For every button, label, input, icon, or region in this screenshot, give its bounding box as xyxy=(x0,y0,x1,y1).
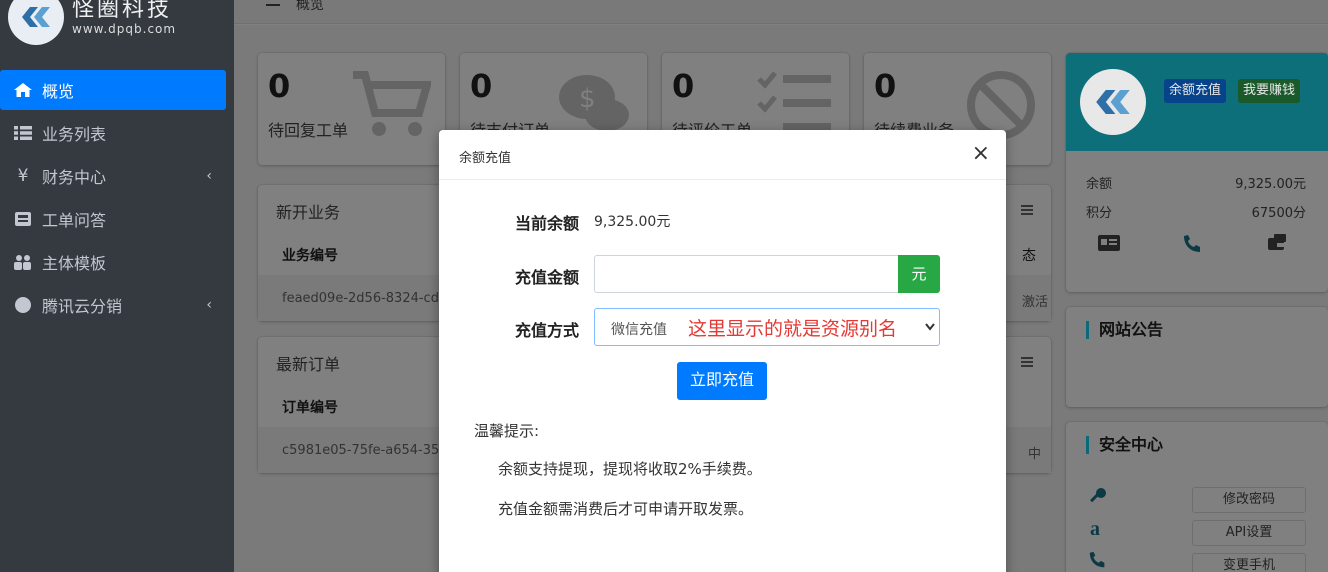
account-header: 余额充值 我要赚钱 xyxy=(1066,53,1328,151)
brand[interactable]: 怪圈科技 www.dpqb.com xyxy=(8,0,177,45)
change-phone-button[interactable]: 变更手机 xyxy=(1192,553,1306,572)
chevron-down-icon xyxy=(925,321,935,337)
sidebar-item-overview[interactable]: 概览 xyxy=(0,70,226,110)
stat-label: 待回复工单 xyxy=(268,121,349,140)
panel-title: 最新订单 xyxy=(276,355,341,374)
menu-toggle-icon[interactable] xyxy=(266,0,280,14)
recharge-modal: 余额充值 × 当前余额 9,325.00元 充值金额 元 充值方式 微信充值 这… xyxy=(439,130,1006,572)
column-header: 业务编号 xyxy=(282,248,338,264)
amount-input[interactable] xyxy=(594,255,899,293)
earn-money-button[interactable]: 我要赚钱 xyxy=(1238,79,1301,103)
notice-title: 网站公告 xyxy=(1086,321,1163,339)
tips-title: 温馨提示: xyxy=(474,422,540,440)
brand-name: 怪圈科技 xyxy=(72,0,173,22)
modal-header: 余额充值 × xyxy=(439,130,1006,180)
points-label: 积分 xyxy=(1086,206,1113,221)
svg-text:$: $ xyxy=(579,84,596,114)
current-balance-value: 9,325.00元 xyxy=(594,214,671,230)
sidebar-nav: 概览 业务列表 ¥ 财务中心 ‹ 工单问答 主体模板 腾讯云分销 ‹ xyxy=(0,70,234,328)
payment-method-select[interactable]: 微信充值 这里显示的就是资源别名 xyxy=(594,308,940,346)
inbox-icon xyxy=(12,210,34,228)
modal-title: 余额充值 xyxy=(459,151,512,166)
phone-icon xyxy=(1088,550,1108,572)
business-status: 激活 xyxy=(1022,295,1049,310)
key-icon xyxy=(1088,486,1108,510)
cart-icon xyxy=(351,69,433,145)
column-header: 态 xyxy=(1022,248,1036,264)
amount-label: 充值金额 xyxy=(515,268,580,287)
sidebar-item-label: 财务中心 xyxy=(42,168,107,187)
api-settings-button[interactable]: API设置 xyxy=(1192,520,1306,546)
recharge-submit-button[interactable]: 立即充值 xyxy=(677,362,767,400)
business-id[interactable]: feaed09e-2d56-8324-cd7 xyxy=(282,291,447,306)
brand-logo xyxy=(8,0,64,45)
stat-value: 0 xyxy=(268,67,291,105)
stat-value: 0 xyxy=(672,67,695,105)
sidebar-item-label: 工单问答 xyxy=(42,211,107,230)
order-id[interactable]: c5981e05-75fe-a654-3572 xyxy=(282,443,456,458)
security-card: 安全中心 a 修改密码 API设置 变更手机 xyxy=(1066,422,1328,572)
sidebar-item-label: 腾讯云分销 xyxy=(42,297,123,316)
security-title: 安全中心 xyxy=(1086,436,1163,454)
yen-icon: ¥ xyxy=(17,166,29,186)
current-balance-label: 当前余额 xyxy=(515,214,580,233)
order-status: 中 xyxy=(1028,447,1042,462)
panel-title: 新开业务 xyxy=(276,203,341,222)
sidebar-item-label: 业务列表 xyxy=(42,125,107,144)
id-card-icon[interactable] xyxy=(1098,235,1120,255)
points-value: 67500分 xyxy=(1251,206,1306,221)
wallet-icon[interactable] xyxy=(1266,234,1288,258)
menu-icon[interactable] xyxy=(1021,355,1033,371)
stat-value: 0 xyxy=(874,67,897,105)
amazon-icon: a xyxy=(1090,518,1100,540)
breadcrumb[interactable]: 概览 xyxy=(296,0,324,14)
sidebar-item-label: 概览 xyxy=(42,82,75,101)
circle-icon xyxy=(12,296,34,314)
stat-card-pending-tickets[interactable]: 0 待回复工单 xyxy=(258,53,445,165)
change-password-button[interactable]: 修改密码 xyxy=(1192,487,1306,513)
sidebar-item-templates[interactable]: 主体模板 xyxy=(0,242,226,282)
sidebar-item-business-list[interactable]: 业务列表 xyxy=(0,113,226,153)
method-annotation: 这里显示的就是资源别名 xyxy=(688,318,898,340)
recharge-button[interactable]: 余额充值 xyxy=(1164,79,1227,103)
chevron-left-icon: ‹ xyxy=(206,297,212,313)
avatar[interactable] xyxy=(1080,69,1146,135)
home-icon xyxy=(12,81,34,99)
method-label: 充值方式 xyxy=(515,321,580,340)
top-navbar: 概览 xyxy=(234,0,1328,24)
notice-card: 网站公告 xyxy=(1066,307,1328,407)
sidebar-item-tencent-cloud[interactable]: 腾讯云分销 ‹ xyxy=(0,285,226,325)
close-icon[interactable]: × xyxy=(972,143,990,165)
chevron-left-icon: ‹ xyxy=(206,168,212,184)
sidebar-item-label: 主体模板 xyxy=(42,254,107,273)
menu-icon[interactable] xyxy=(1021,203,1033,219)
list-icon xyxy=(12,124,34,142)
tip-item: 余额支持提现，提现将收取2%手续费。 xyxy=(498,460,762,478)
tip-item: 充值金额需消费后才可申请开取发票。 xyxy=(498,500,754,518)
brand-url: www.dpqb.com xyxy=(72,22,177,36)
balance-label: 余额 xyxy=(1086,177,1113,192)
selected-method: 微信充值 xyxy=(611,322,667,338)
users-icon xyxy=(12,253,34,271)
sidebar: 怪圈科技 www.dpqb.com 概览 业务列表 ¥ 财务中心 ‹ 工单问答 xyxy=(0,0,234,572)
amount-unit: 元 xyxy=(898,255,940,293)
sidebar-item-tickets[interactable]: 工单问答 xyxy=(0,199,226,239)
balance-value: 9,325.00元 xyxy=(1235,177,1306,192)
sidebar-item-finance[interactable]: ¥ 财务中心 ‹ xyxy=(0,156,226,196)
column-header: 订单编号 xyxy=(282,400,338,416)
phone-icon[interactable] xyxy=(1182,233,1204,259)
account-card: 余额充值 我要赚钱 余额 9,325.00元 积分 67500分 xyxy=(1066,53,1328,292)
stat-value: 0 xyxy=(470,67,493,105)
